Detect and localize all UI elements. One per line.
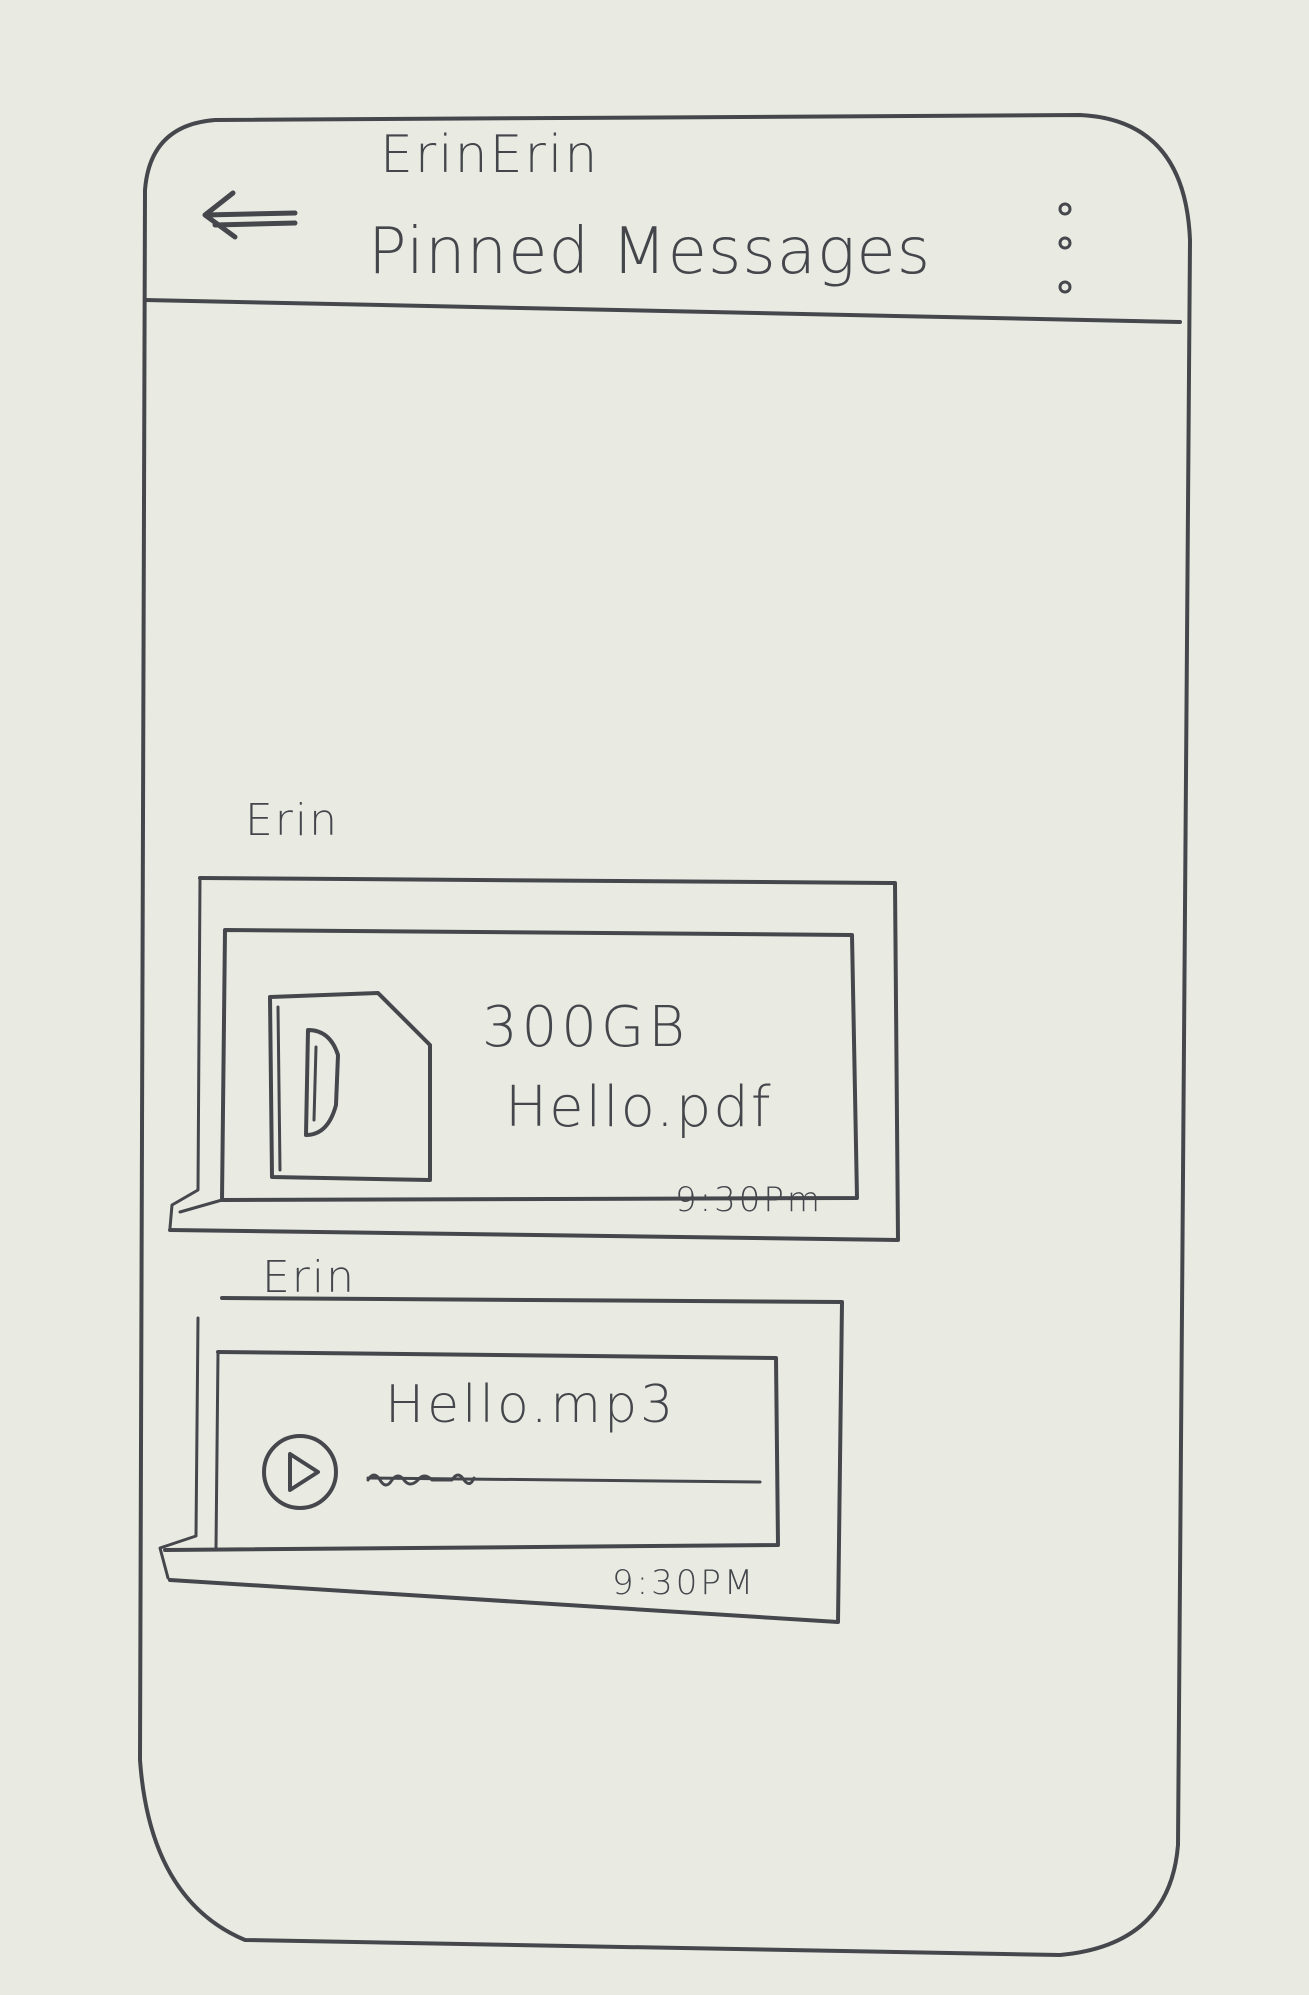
file-name: Hello.pdf [505, 1075, 773, 1140]
message-sender: Erin [262, 1252, 357, 1303]
page-title: Pinned Messages [368, 215, 932, 289]
audio-progress-bar[interactable] [362, 1466, 762, 1492]
play-button[interactable] [258, 1430, 342, 1514]
arrow-left-icon [202, 190, 298, 240]
back-button[interactable] [175, 185, 305, 255]
play-icon [262, 1434, 338, 1510]
more-vertical-icon [1058, 202, 1072, 294]
audio-waveform [366, 1473, 476, 1487]
more-options-button[interactable] [1045, 195, 1085, 305]
message-time: 9:30PM [612, 1563, 757, 1603]
message-time: 9:30Pm [675, 1180, 823, 1220]
message-sender: Erin [245, 795, 340, 846]
document-icon [258, 985, 438, 1185]
file-size: 300GB [482, 995, 689, 1060]
contact-name: ErinErin [380, 125, 600, 185]
audio-file-name: Hello.mp3 [385, 1375, 677, 1435]
